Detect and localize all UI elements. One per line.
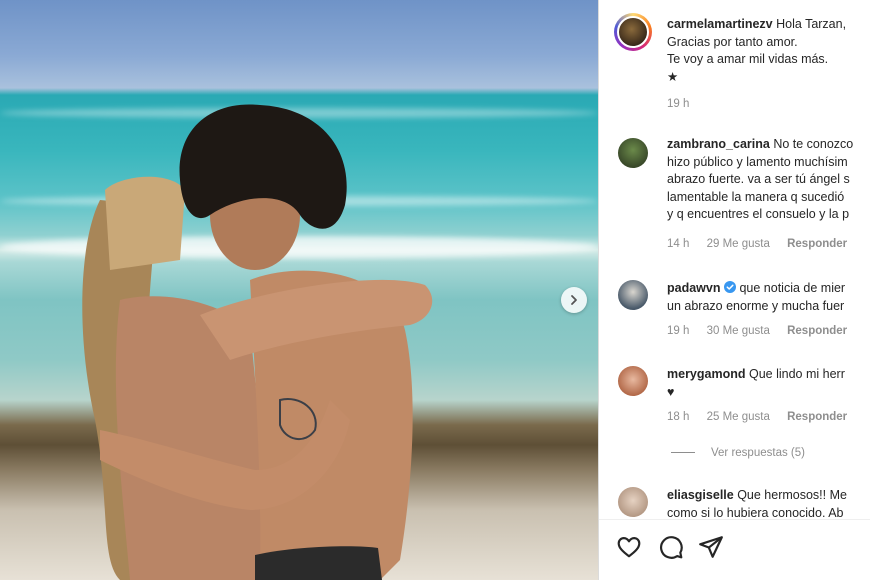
like-button[interactable] — [615, 534, 643, 562]
comment-text: No te conozco — [773, 137, 854, 151]
heart-emoji: ♥ — [667, 384, 675, 399]
comment-timestamp: 18 h — [667, 411, 690, 423]
comment-text: Que hermosos!! Me — [737, 488, 847, 502]
share-button[interactable] — [697, 534, 725, 562]
divider — [671, 452, 695, 454]
comment-text: lamentable la manera q sucedió — [667, 189, 845, 204]
comment-text: que noticia de mier — [739, 281, 846, 295]
heart-icon — [617, 537, 641, 558]
post-photo — [0, 0, 598, 580]
paper-plane-icon — [699, 536, 723, 558]
commenter-username[interactable]: eliasgiselle — [667, 488, 734, 502]
post-timestamp[interactable]: 19 h — [667, 98, 689, 110]
comment-bubble-icon — [660, 536, 683, 559]
reply-button[interactable]: Responder — [787, 325, 847, 337]
commenter-username[interactable]: padawvn — [667, 281, 721, 295]
carousel-next-button[interactable] — [561, 287, 587, 313]
comment-timestamp: 14 h — [667, 238, 690, 250]
comments-panel: carmelamartinezv Hola Tarzan, Gracias po… — [598, 0, 870, 580]
comment-button[interactable] — [657, 534, 685, 562]
reply-button[interactable]: Responder — [787, 238, 847, 250]
view-replies-button[interactable]: Ver respuestas (5) — [671, 447, 805, 459]
comment-likes[interactable]: 25 Me gusta — [707, 411, 770, 423]
verified-badge-icon — [723, 281, 736, 293]
star-emoji: ★ — [667, 69, 679, 84]
comment-likes[interactable]: 30 Me gusta — [707, 325, 770, 337]
author-avatar[interactable] — [614, 13, 652, 51]
commenter-avatar[interactable] — [618, 280, 648, 310]
comment-likes[interactable]: 29 Me gusta — [707, 238, 770, 250]
caption-text: Gracias por tanto amor. — [667, 34, 798, 49]
caption-text: Te voy a amar mil vidas más. — [667, 52, 829, 66]
comment-text: hizo público y lamento muchísim — [667, 154, 848, 169]
caption-text: Hola Tarzan, — [776, 17, 847, 31]
chevron-right-icon — [571, 295, 577, 305]
view-replies-label: Ver respuestas (5) — [711, 447, 805, 459]
commenter-avatar[interactable] — [618, 138, 648, 168]
comment-text: y q encuentres el consuelo y la p — [667, 207, 850, 221]
couple-figure — [82, 104, 433, 580]
commenter-username[interactable]: zambrano_carina — [667, 137, 770, 151]
author-username[interactable]: carmelamartinezv — [667, 17, 773, 31]
reply-button[interactable]: Responder — [787, 411, 847, 423]
comment-timestamp: 19 h — [667, 325, 690, 337]
comment-text: un abrazo enorme y mucha fuer — [667, 298, 845, 313]
commenter-avatar[interactable] — [618, 487, 648, 517]
commenter-username[interactable]: merygamond — [667, 367, 746, 381]
comment-text: Que lindo mi herr — [748, 367, 845, 381]
comment-text: abrazo fuerte. va a ser tú ángel s — [667, 172, 850, 186]
action-bar — [599, 519, 870, 580]
commenter-avatar[interactable] — [618, 366, 648, 396]
